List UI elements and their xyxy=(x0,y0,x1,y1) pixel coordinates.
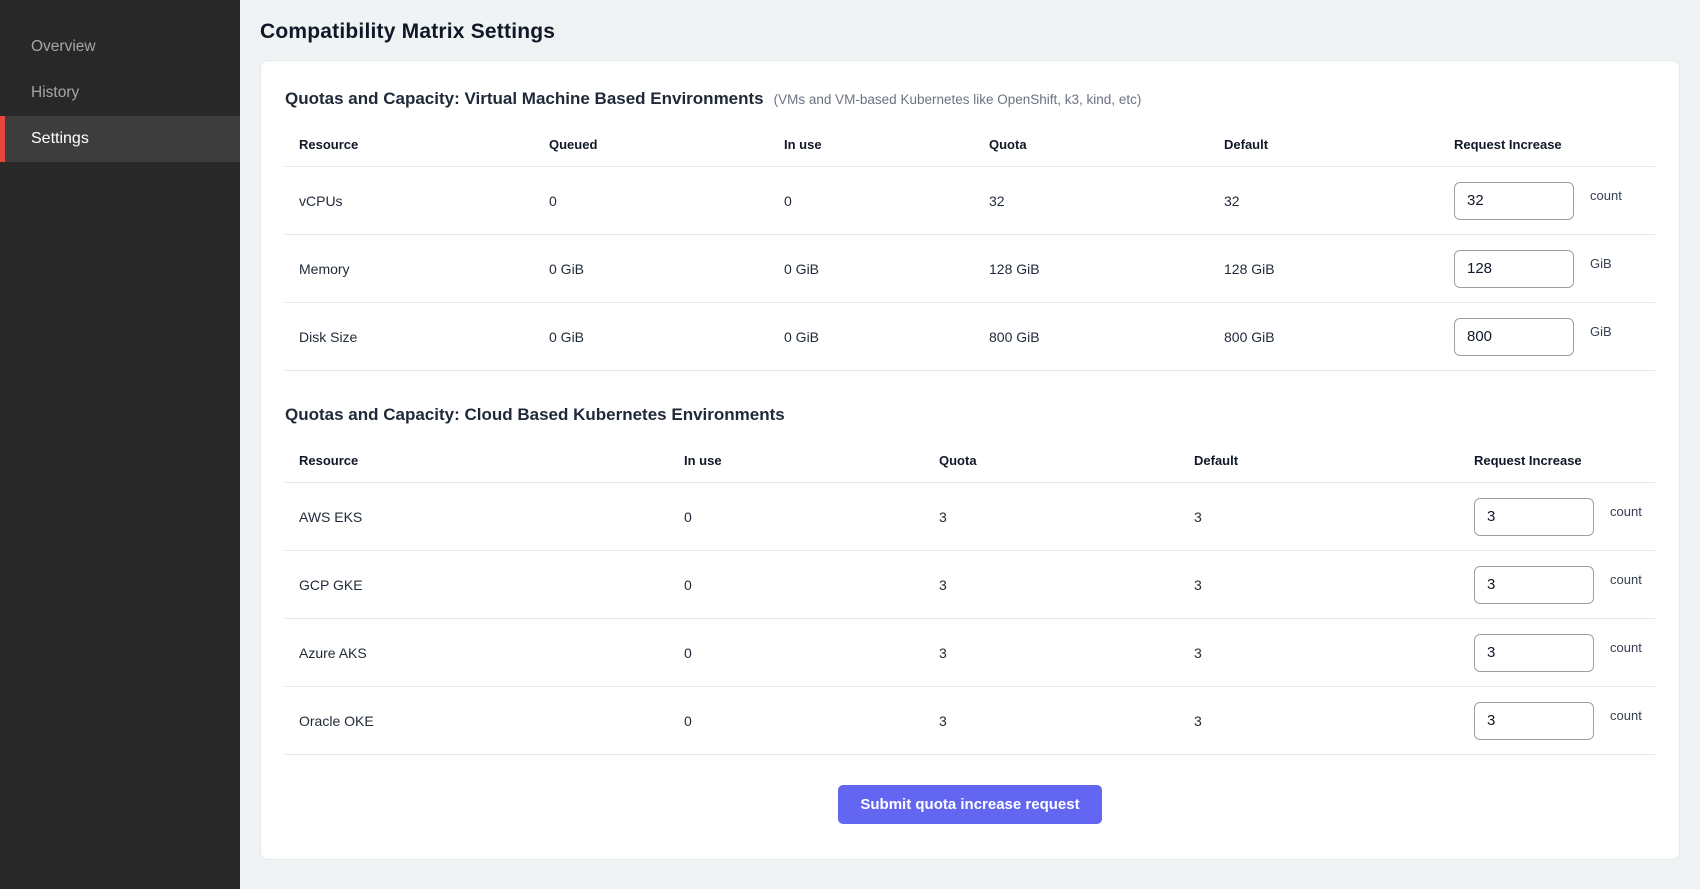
resource-name: AWS EKS xyxy=(285,509,670,525)
sidebar-item-history[interactable]: History xyxy=(0,70,240,116)
in-use-value: 0 xyxy=(770,193,975,209)
in-use-value: 0 GiB xyxy=(770,329,975,345)
table-row-vcpus: vCPUs 0 0 32 32 count xyxy=(285,167,1655,235)
in-use-value: 0 xyxy=(670,645,925,661)
vm-quota-table: Resource Queued In use Quota Default Req… xyxy=(285,123,1655,371)
queued-value: 0 GiB xyxy=(535,329,770,345)
vm-section-title: Quotas and Capacity: Virtual Machine Bas… xyxy=(285,89,764,109)
page-title: Compatibility Matrix Settings xyxy=(260,20,1680,44)
default-value: 800 GiB xyxy=(1210,329,1440,345)
table-row-memory: Memory 0 GiB 0 GiB 128 GiB 128 GiB GiB xyxy=(285,235,1655,303)
table-row-aws-eks: AWS EKS 0 3 3 count xyxy=(285,483,1655,551)
submit-quota-increase-button[interactable]: Submit quota increase request xyxy=(838,785,1101,824)
sidebar-item-settings[interactable]: Settings xyxy=(0,116,240,162)
default-value: 32 xyxy=(1210,193,1440,209)
gcp-gke-request-input[interactable] xyxy=(1474,566,1594,604)
unit-label: GiB xyxy=(1590,324,1612,339)
request-increase-cell: count xyxy=(1460,634,1655,672)
column-header-in-use: In use xyxy=(670,453,925,468)
azure-aks-request-input[interactable] xyxy=(1474,634,1594,672)
quota-value: 3 xyxy=(925,509,1180,525)
vm-table-header-row: Resource Queued In use Quota Default Req… xyxy=(285,123,1655,167)
resource-name: Oracle OKE xyxy=(285,713,670,729)
column-header-resource: Resource xyxy=(285,453,670,468)
queued-value: 0 GiB xyxy=(535,261,770,277)
cloud-table-header-row: Resource In use Quota Default Request In… xyxy=(285,439,1655,483)
default-value: 128 GiB xyxy=(1210,261,1440,277)
quota-value: 32 xyxy=(975,193,1210,209)
in-use-value: 0 xyxy=(670,577,925,593)
unit-label: count xyxy=(1610,708,1642,723)
quota-value: 3 xyxy=(925,645,1180,661)
request-increase-cell: GiB xyxy=(1440,250,1655,288)
column-header-request-increase: Request Increase xyxy=(1460,453,1655,468)
quota-value: 800 GiB xyxy=(975,329,1210,345)
resource-name: vCPUs xyxy=(285,193,535,209)
aws-eks-request-input[interactable] xyxy=(1474,498,1594,536)
column-header-default: Default xyxy=(1180,453,1460,468)
table-row-azure-aks: Azure AKS 0 3 3 count xyxy=(285,619,1655,687)
column-header-quota: Quota xyxy=(975,137,1210,152)
default-value: 3 xyxy=(1180,713,1460,729)
default-value: 3 xyxy=(1180,577,1460,593)
sidebar-item-label: Overview xyxy=(31,38,96,56)
column-header-resource: Resource xyxy=(285,137,535,152)
cloud-section-header: Quotas and Capacity: Cloud Based Kuberne… xyxy=(285,405,1655,425)
sidebar-item-label: History xyxy=(31,84,79,102)
request-increase-cell: count xyxy=(1440,182,1655,220)
resource-name: Azure AKS xyxy=(285,645,670,661)
main-content: Compatibility Matrix Settings Quotas and… xyxy=(240,0,1700,889)
column-header-queued: Queued xyxy=(535,137,770,152)
unit-label: count xyxy=(1610,572,1642,587)
queued-value: 0 xyxy=(535,193,770,209)
disk-size-request-input[interactable] xyxy=(1454,318,1574,356)
default-value: 3 xyxy=(1180,645,1460,661)
oracle-oke-request-input[interactable] xyxy=(1474,702,1594,740)
column-header-quota: Quota xyxy=(925,453,1180,468)
table-row-oracle-oke: Oracle OKE 0 3 3 count xyxy=(285,687,1655,755)
column-header-in-use: In use xyxy=(770,137,975,152)
in-use-value: 0 xyxy=(670,509,925,525)
in-use-value: 0 xyxy=(670,713,925,729)
unit-label: count xyxy=(1590,188,1622,203)
unit-label: count xyxy=(1610,640,1642,655)
unit-label: GiB xyxy=(1590,256,1612,271)
quota-value: 3 xyxy=(925,577,1180,593)
table-row-gcp-gke: GCP GKE 0 3 3 count xyxy=(285,551,1655,619)
resource-name: Disk Size xyxy=(285,329,535,345)
table-row-disk-size: Disk Size 0 GiB 0 GiB 800 GiB 800 GiB Gi… xyxy=(285,303,1655,371)
resource-name: GCP GKE xyxy=(285,577,670,593)
vm-section-subtitle: (VMs and VM-based Kubernetes like OpenSh… xyxy=(774,92,1142,107)
unit-label: count xyxy=(1610,504,1642,519)
memory-request-input[interactable] xyxy=(1454,250,1574,288)
sidebar-item-label: Settings xyxy=(31,130,89,148)
sidebar: Overview History Settings xyxy=(0,0,240,889)
submit-row: Submit quota increase request xyxy=(285,785,1655,824)
cloud-quota-table: Resource In use Quota Default Request In… xyxy=(285,439,1655,755)
in-use-value: 0 GiB xyxy=(770,261,975,277)
request-increase-cell: count xyxy=(1460,566,1655,604)
column-header-request-increase: Request Increase xyxy=(1440,137,1655,152)
column-header-default: Default xyxy=(1210,137,1440,152)
request-increase-cell: count xyxy=(1460,702,1655,740)
default-value: 3 xyxy=(1180,509,1460,525)
cloud-section-title: Quotas and Capacity: Cloud Based Kuberne… xyxy=(285,405,785,425)
vm-section-header: Quotas and Capacity: Virtual Machine Bas… xyxy=(285,89,1655,109)
sidebar-item-overview[interactable]: Overview xyxy=(0,24,240,70)
quota-value: 3 xyxy=(925,713,1180,729)
vcpus-request-input[interactable] xyxy=(1454,182,1574,220)
quota-value: 128 GiB xyxy=(975,261,1210,277)
request-increase-cell: count xyxy=(1460,498,1655,536)
quotas-card: Quotas and Capacity: Virtual Machine Bas… xyxy=(260,60,1680,860)
request-increase-cell: GiB xyxy=(1440,318,1655,356)
resource-name: Memory xyxy=(285,261,535,277)
